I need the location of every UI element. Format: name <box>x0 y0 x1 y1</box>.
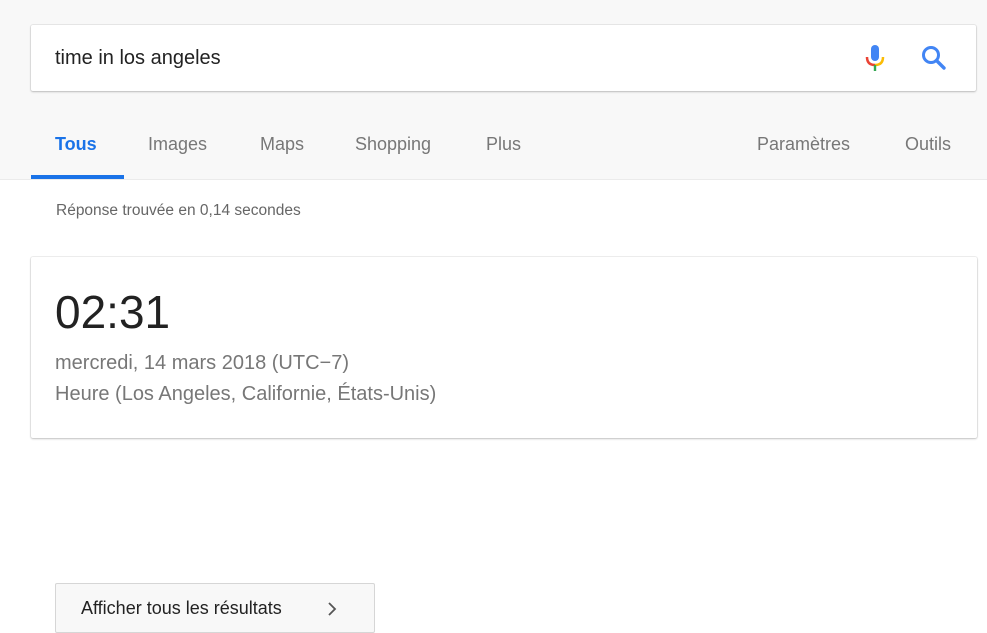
time-card: 02:31 mercredi, 14 mars 2018 (UTC−7) Heu… <box>31 257 977 438</box>
date-line: mercredi, 14 mars 2018 (UTC−7) <box>55 352 349 374</box>
tools-link[interactable]: Outils <box>905 134 951 155</box>
settings-link[interactable]: Paramètres <box>757 134 850 155</box>
chevron-right-icon <box>326 600 338 618</box>
search-input[interactable] <box>55 41 835 75</box>
search-box[interactable] <box>31 25 976 91</box>
search-icon[interactable] <box>920 44 948 72</box>
tab-tous[interactable]: Tous <box>55 134 97 155</box>
tab-shopping[interactable]: Shopping <box>355 134 431 155</box>
tab-maps[interactable]: Maps <box>260 134 304 155</box>
result-stats: Réponse trouvée en 0,14 secondes <box>56 202 301 219</box>
header-divider <box>0 179 987 180</box>
current-time: 02:31 <box>55 286 171 338</box>
tab-plus[interactable]: Plus <box>486 134 521 155</box>
tab-images[interactable]: Images <box>148 134 207 155</box>
show-all-results-label: Afficher tous les résultats <box>81 598 282 618</box>
microphone-icon[interactable] <box>863 43 887 75</box>
location-line: Heure (Los Angeles, Californie, États-Un… <box>55 383 437 405</box>
show-all-results-button[interactable]: Afficher tous les résultats <box>55 583 375 633</box>
active-tab-indicator <box>31 175 124 179</box>
